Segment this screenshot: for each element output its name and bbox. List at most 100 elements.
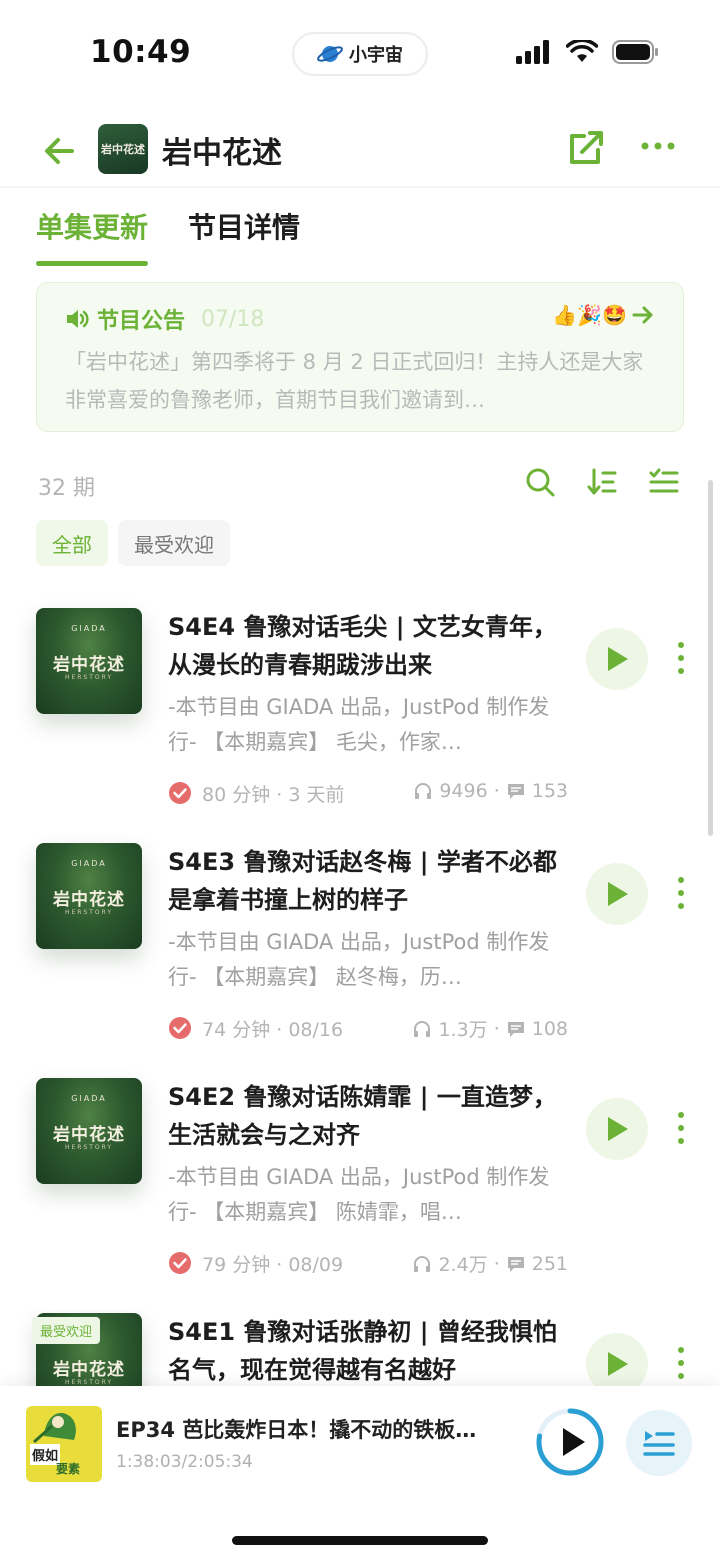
episode-title: S4E1 鲁豫对话张静初 | 曾经我惧怕名气，现在觉得越有名越好: [168, 1318, 557, 1384]
comment-count: 251: [531, 1252, 568, 1275]
episode-duration-date: 79 分钟 · 08/09: [202, 1254, 344, 1276]
back-arrow-icon[interactable]: [40, 132, 78, 170]
popular-badge: 最受欢迎: [32, 1317, 101, 1344]
app-indicator-pill[interactable]: 小宇宙: [292, 32, 428, 76]
separator-dot: ·: [493, 1252, 500, 1275]
episode-play-button[interactable]: [586, 1333, 648, 1389]
cover-subtitle: HERSTORY: [64, 1379, 114, 1386]
player-play-button[interactable]: [534, 1406, 606, 1478]
now-playing-time: 1:38:03/2:05:34: [116, 1452, 253, 1472]
home-indicator[interactable]: [232, 1536, 488, 1545]
header-divider: [0, 186, 720, 188]
play-count: 9496: [439, 780, 488, 802]
podcast-title: 岩中花述: [162, 136, 282, 171]
filter-all[interactable]: 全部: [36, 520, 108, 566]
podcast-cover-thumbnail[interactable]: 岩中花述: [98, 124, 148, 174]
episode-more-icon[interactable]: [674, 1345, 688, 1381]
episode-duration-date: 74 分钟 · 08/16: [202, 1019, 344, 1041]
announcement-body: 「岩中花述」第四季将于 8 月 2 日正式回归！主持人还是大家非常喜爱的鲁豫老师…: [65, 350, 644, 412]
announcement-title: 节目公告: [97, 309, 186, 334]
headphones-icon: [414, 1255, 431, 1272]
comment-icon: [507, 784, 524, 799]
play-icon: [563, 1428, 585, 1456]
tab-bar: 单集更新 节目详情: [36, 206, 300, 266]
mini-player[interactable]: 假如 要素 EP34 芭比轰炸日本！撬不动的铁板… 1:38:03/2:05:3…: [0, 1386, 720, 1560]
episode-more-icon[interactable]: [674, 640, 688, 676]
headphones-icon: [415, 783, 432, 799]
announcement-card[interactable]: 节目公告 07/18 👍🎉🤩 「岩中花述」第四季将于 8 月 2 日正式回归！主…: [36, 282, 684, 432]
status-icons: [516, 40, 660, 64]
episode-play-button[interactable]: [586, 628, 648, 690]
episode-duration-date: 80 分钟 · 3 天前: [202, 784, 345, 806]
episode-cover: GIADA 岩中花述 HERSTORY: [36, 608, 142, 714]
separator-dot: ·: [493, 780, 500, 802]
episode-play-button[interactable]: [586, 863, 648, 925]
episode-item[interactable]: GIADA 岩中花述 HERSTORY S4E2 鲁豫对话陈婧霏 | 一直造梦，…: [0, 1074, 720, 1309]
episode-more-icon[interactable]: [674, 1110, 688, 1146]
episode-meta: 79 分钟 · 08/09 2.4万 · 251: [168, 1250, 568, 1278]
battery-icon: [612, 40, 658, 64]
now-playing-title: EP34 芭比轰炸日本！撬不动的铁板…: [116, 1418, 477, 1442]
episode-stats: 9496 · 153: [413, 780, 568, 802]
episode-cover: GIADA 岩中花述 HERSTORY: [36, 1078, 142, 1184]
cover-title: 岩中花述: [53, 1360, 125, 1380]
cover-title: 岩中花述: [53, 655, 125, 675]
comment-icon: [507, 1021, 524, 1037]
more-options-icon[interactable]: [640, 136, 676, 156]
search-icon[interactable]: [524, 466, 556, 498]
planet-icon: [317, 46, 343, 62]
episode-title: S4E4 鲁豫对话毛尖 | 文艺女青年，从漫长的青春期跋涉出来: [168, 613, 557, 679]
speaker-icon: [67, 310, 89, 328]
arrow-right-icon[interactable]: [631, 304, 655, 326]
headphones-icon: [414, 1020, 431, 1037]
share-icon[interactable]: [566, 128, 606, 168]
played-check-icon: [169, 1252, 191, 1274]
episode-description: -本节目由 GIADA 出品，JustPod 制作发行- 【本期嘉宾】 赵冬梅，…: [168, 930, 550, 989]
episode-more-icon[interactable]: [674, 875, 688, 911]
cover-brand: GIADA: [71, 859, 107, 868]
announcement-date: 07/18: [201, 306, 265, 332]
episode-description: -本节目由 GIADA 出品，JustPod 制作发行- 【本期嘉宾】 毛尖，作…: [168, 695, 550, 754]
episode-item[interactable]: GIADA 岩中花述 HERSTORY S4E3 鲁豫对话赵冬梅 | 学者不必都…: [0, 839, 720, 1074]
checklist-icon[interactable]: [648, 466, 680, 498]
separator-dot: ·: [493, 1017, 500, 1040]
now-playing-cover: 假如 要素: [26, 1406, 102, 1482]
comment-count: 153: [531, 780, 568, 802]
play-count: 1.3万: [438, 1019, 488, 1041]
episode-count: 32 期: [38, 476, 95, 501]
cover-brand: GIADA: [71, 1094, 107, 1103]
status-time: 10:49: [90, 34, 192, 70]
episode-item[interactable]: 最受欢迎 岩中花述 HERSTORY S4E1 鲁豫对话张静初 | 曾经我惧怕名…: [0, 1309, 720, 1389]
podcast-header: 岩中花述 岩中花述: [0, 118, 720, 182]
tab-episodes[interactable]: 单集更新: [36, 206, 149, 266]
cover-subtitle: HERSTORY: [64, 909, 114, 916]
play-icon: [608, 1352, 628, 1376]
status-bar: 10:49 小宇宙: [0, 0, 720, 100]
list-tools: [524, 466, 680, 498]
episode-meta: 74 分钟 · 08/16 1.3万 · 108: [168, 1015, 568, 1043]
episode-title: S4E3 鲁豫对话赵冬梅 | 学者不必都是拿着书撞上树的样子: [168, 848, 557, 914]
episode-stats: 2.4万 · 251: [412, 1250, 568, 1277]
filter-most-popular[interactable]: 最受欢迎: [118, 520, 230, 566]
comment-count: 108: [531, 1017, 568, 1040]
episode-cover: GIADA 岩中花述 HERSTORY: [36, 843, 142, 949]
cellular-signal-icon: [516, 40, 549, 64]
announcement-header: 节目公告 07/18: [65, 303, 264, 335]
episode-stats: 1.3万 · 108: [412, 1015, 568, 1042]
play-count: 2.4万: [438, 1254, 488, 1276]
announcement-reactions: 👍🎉🤩: [552, 303, 655, 327]
episode-description: -本节目由 GIADA 出品，JustPod 制作发行- 【本期嘉宾】 陈婧霏，…: [168, 1165, 550, 1224]
play-icon: [608, 647, 628, 671]
sort-icon[interactable]: [586, 466, 618, 498]
episode-play-button[interactable]: [586, 1098, 648, 1160]
cover-subtitle: HERSTORY: [64, 674, 114, 681]
cover-subtitle: HERSTORY: [64, 1144, 114, 1151]
played-check-icon: [169, 1017, 191, 1039]
episode-item[interactable]: GIADA 岩中花述 HERSTORY S4E4 鲁豫对话毛尖 | 文艺女青年，…: [0, 604, 720, 839]
play-icon: [608, 882, 628, 906]
tab-details[interactable]: 节目详情: [188, 206, 300, 266]
episode-meta: 80 分钟 · 3 天前 9496 · 153: [168, 780, 568, 808]
wifi-icon: [566, 40, 598, 62]
cover-title: 岩中花述: [53, 1125, 125, 1145]
playlist-button[interactable]: [626, 1410, 692, 1476]
